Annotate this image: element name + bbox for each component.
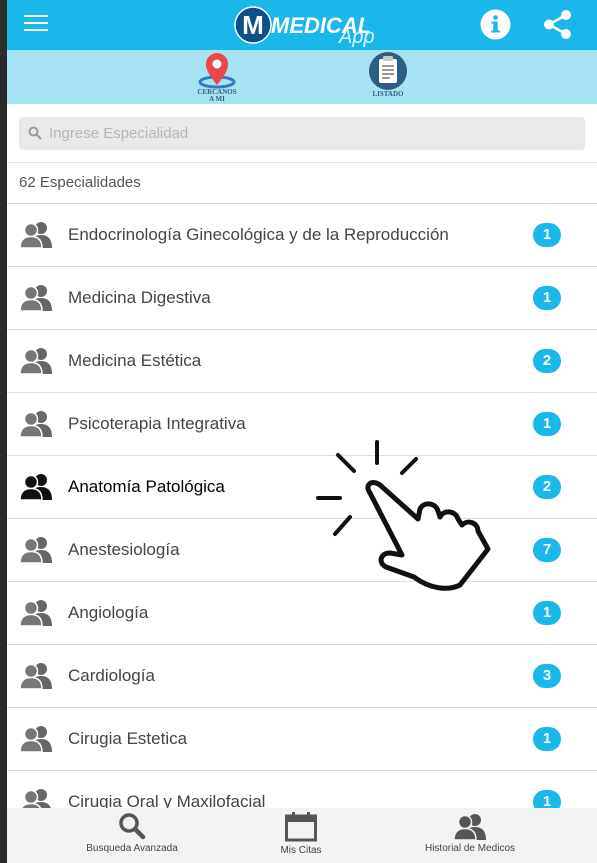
doctor-count-badge: 1: [533, 223, 561, 247]
list-item[interactable]: Anestesiología 7: [7, 519, 597, 582]
search-input[interactable]: [49, 117, 569, 150]
logo-letter: M: [242, 10, 264, 40]
cercanos-a-mi-button[interactable]: CERCANOS A MI: [177, 50, 257, 104]
app-logo: M MEDICAL App: [234, 6, 375, 48]
list-item[interactable]: Medicina Estética 2: [7, 330, 597, 393]
tab-label: Busqueda Avanzada: [86, 843, 178, 854]
results-count: 62 Especialidades: [19, 174, 141, 191]
listado-label: LISTADO: [372, 90, 404, 98]
doctor-count-badge: 1: [533, 601, 561, 625]
doctors-icon: [20, 600, 52, 626]
doctor-count-badge: 3: [533, 664, 561, 688]
calendar-icon: [285, 812, 317, 842]
clipboard-icon: [369, 52, 407, 90]
specialty-name: Cardiología: [68, 666, 155, 685]
tab-historial-de-medicos[interactable]: Historial de Medicos: [411, 808, 529, 863]
cercanos-label-2: A MI: [209, 95, 225, 103]
list-item[interactable]: Endocrinología Ginecológica y de la Repr…: [7, 204, 597, 267]
doctor-count-badge: 2: [533, 349, 561, 373]
search-icon: [119, 813, 146, 840]
hamburger-icon[interactable]: [24, 15, 48, 35]
list-item[interactable]: Cardiología 3: [7, 645, 597, 708]
doctors-icon: [20, 474, 52, 500]
specialty-name: Endocrinología Ginecológica y de la Repr…: [68, 225, 449, 244]
logo-text-sub: App: [338, 26, 375, 48]
tap-pointer-icon: [316, 440, 491, 591]
list-item[interactable]: Medicina Digestiva 1: [7, 267, 597, 330]
map-pin-icon: [198, 53, 236, 89]
search-section: [7, 104, 597, 163]
list-item[interactable]: Psicoterapia Integrativa 1: [7, 393, 597, 456]
doctor-count-badge: 7: [533, 538, 561, 562]
doctors-icon: [20, 726, 52, 752]
doctor-count-badge: 1: [533, 727, 561, 751]
specialty-name: Medicina Estética: [68, 351, 202, 370]
search-icon: [28, 126, 42, 140]
top-bar: M MEDICAL App: [7, 0, 597, 50]
doctors-icon: [20, 285, 52, 311]
search-box: [19, 117, 585, 150]
results-count-row: 62 Especialidades: [7, 163, 597, 204]
listado-button[interactable]: LISTADO: [348, 50, 428, 104]
doctors-icon: [20, 663, 52, 689]
info-icon[interactable]: [479, 8, 512, 41]
specialty-name: Angiología: [68, 603, 149, 622]
specialty-name: Medicina Digestiva: [68, 288, 211, 307]
doctor-count-badge: 1: [533, 412, 561, 436]
doctors-icon: [20, 222, 52, 248]
specialty-name: Anestesiología: [68, 540, 180, 559]
bottom-navigation: Busqueda Avanzada Mis Citas Historial de…: [7, 808, 597, 863]
tab-busqueda-avanzada[interactable]: Busqueda Avanzada: [73, 808, 191, 863]
doctors-icon: [20, 411, 52, 437]
share-icon[interactable]: [541, 8, 574, 41]
list-item[interactable]: Anatomía Patológica 2: [7, 456, 597, 519]
doctors-icon: [20, 537, 52, 563]
tab-label: Historial de Medicos: [424, 843, 516, 854]
specialty-name: Cirugia Estetica: [68, 729, 188, 748]
doctors-icon: [20, 348, 52, 374]
doctors-icon: [454, 814, 486, 840]
quick-access-bar: CERCANOS A MI LISTADO: [7, 50, 597, 104]
tab-label: Mis Citas: [280, 845, 322, 856]
doctor-count-badge: 2: [533, 475, 561, 499]
list-item[interactable]: Angiología 1: [7, 582, 597, 645]
doctor-count-badge: 1: [533, 286, 561, 310]
specialty-name: Psicoterapia Integrativa: [68, 414, 246, 433]
app-screen: M MEDICAL App CERCANOS A MI LISTADO Ingr…: [7, 0, 597, 863]
tab-mis-citas[interactable]: Mis Citas: [261, 808, 341, 863]
specialty-list: Endocrinología Ginecológica y de la Repr…: [7, 204, 597, 834]
specialty-name: Anatomía Patológica: [68, 477, 225, 496]
list-item[interactable]: Cirugia Estetica 1: [7, 708, 597, 771]
